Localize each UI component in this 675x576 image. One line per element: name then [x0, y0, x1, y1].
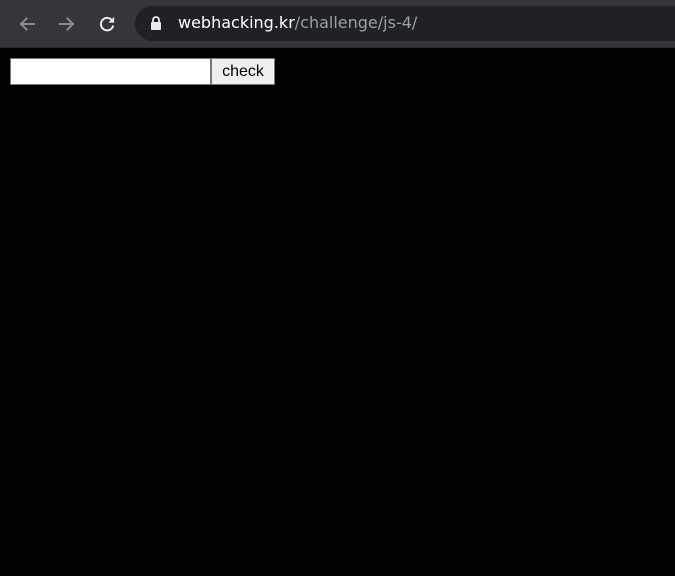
url-host: webhacking.kr: [178, 13, 295, 32]
lock-icon[interactable]: [150, 16, 162, 35]
reload-icon: [97, 14, 117, 34]
check-button[interactable]: check: [211, 58, 275, 85]
address-bar[interactable]: webhacking.kr/challenge/js-4/: [135, 6, 675, 41]
arrow-left-icon: [17, 14, 37, 34]
url-path: /challenge/js-4/: [294, 13, 418, 32]
forward-button[interactable]: [51, 8, 83, 40]
arrow-right-icon: [57, 14, 77, 34]
url-text: webhacking.kr/challenge/js-4/: [178, 13, 417, 33]
back-button[interactable]: [11, 8, 43, 40]
reload-button[interactable]: [91, 8, 123, 40]
browser-toolbar: webhacking.kr/challenge/js-4/: [0, 0, 675, 48]
page-content: check: [0, 48, 675, 576]
answer-input[interactable]: [10, 58, 211, 85]
